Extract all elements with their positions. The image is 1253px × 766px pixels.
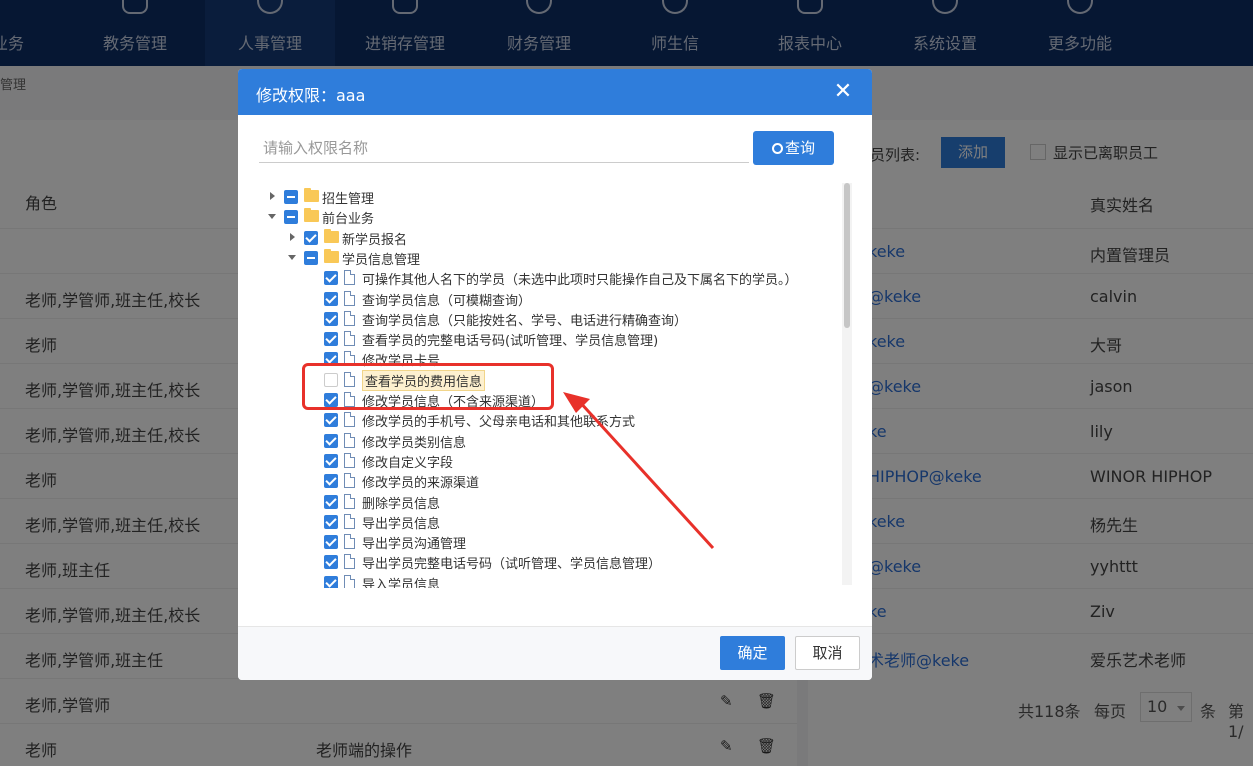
tree-permission-node[interactable]: 可操作其他人名下的学员（未选中此项时只能操作自己及下属名下的学员。） <box>258 268 838 288</box>
dialog-title: 修改权限：aaa <box>256 86 366 105</box>
tree-permission-node[interactable]: 修改学员的手机号、父母亲电话和其他联系方式 <box>258 410 838 430</box>
permission-checkbox[interactable] <box>324 575 338 588</box>
dialog-footer: 确定 取消 <box>238 626 872 680</box>
file-icon <box>344 513 355 529</box>
permission-label: 导出学员完整电话号码（试听管理、学员信息管理） <box>362 557 662 573</box>
permission-label: 新学员报名 <box>342 232 408 248</box>
permission-checkbox[interactable] <box>324 474 338 489</box>
file-icon <box>344 290 355 306</box>
file-icon <box>344 412 355 428</box>
close-icon[interactable]: ✕ <box>832 81 854 103</box>
permission-label: 招生管理 <box>322 192 375 207</box>
permission-label: 导入学员信息 <box>362 577 441 588</box>
tree-permission-node[interactable]: 修改学员类别信息 <box>258 431 838 451</box>
file-icon <box>344 310 355 326</box>
tree-permission-node[interactable]: 删除学员信息 <box>258 492 838 512</box>
folder-icon <box>324 228 339 243</box>
folder-icon <box>304 188 319 202</box>
permission-checkbox[interactable] <box>324 291 338 306</box>
tree-folder-node[interactable]: 新学员报名 <box>258 228 838 248</box>
permission-checkbox[interactable] <box>324 535 338 550</box>
caret-right-icon[interactable] <box>270 192 275 200</box>
permission-label: 前台业务 <box>322 212 375 228</box>
file-icon <box>344 493 355 509</box>
tree-permission-node[interactable]: 导出学员完整电话号码（试听管理、学员信息管理） <box>258 552 838 572</box>
permission-label: 修改学员的来源渠道 <box>362 476 480 492</box>
permission-label: 修改学员的手机号、父母亲电话和其他联系方式 <box>362 415 636 431</box>
permission-label: 删除学员信息 <box>362 496 441 512</box>
tree-permission-node[interactable]: 查询学员信息（可模糊查询） <box>258 289 838 309</box>
permission-checkbox[interactable] <box>324 271 338 286</box>
file-icon <box>344 534 355 550</box>
tree-permission-node[interactable]: 导出学员沟通管理 <box>258 532 838 552</box>
permission-checkbox[interactable] <box>324 555 338 570</box>
permission-label: 修改学员类别信息 <box>362 435 467 451</box>
file-icon <box>344 432 355 448</box>
cancel-button[interactable]: 取消 <box>795 636 860 670</box>
file-icon <box>344 270 355 286</box>
tree-permission-node[interactable]: 导出学员信息 <box>258 512 838 532</box>
scrollbar-thumb[interactable] <box>844 183 850 328</box>
search-button-label: 查询 <box>784 139 815 157</box>
permission-checkbox[interactable] <box>324 494 338 509</box>
permission-label: 查询学员信息（只能按姓名、学号、电话进行精确查询） <box>362 313 688 329</box>
permission-checkbox[interactable] <box>324 413 338 428</box>
tree-folder-node[interactable]: 学员信息管理 <box>258 248 838 268</box>
permission-checkbox[interactable] <box>324 514 338 529</box>
permission-label: 学员信息管理 <box>342 252 421 268</box>
search-icon <box>771 143 783 154</box>
permission-checkbox[interactable] <box>284 190 298 204</box>
caret-down-icon[interactable] <box>268 214 276 220</box>
permission-label: 导出学员沟通管理 <box>362 537 467 553</box>
file-icon <box>344 452 355 468</box>
file-icon <box>344 574 355 588</box>
permission-search-input[interactable] <box>259 133 749 163</box>
permission-checkbox[interactable] <box>284 210 298 225</box>
permission-label: 查询学员信息（可模糊查询） <box>362 293 532 309</box>
tree-permission-node[interactable]: 修改自定义字段 <box>258 451 838 471</box>
permission-checkbox[interactable] <box>324 311 338 326</box>
permission-checkbox[interactable] <box>304 250 318 265</box>
tree-folder-node[interactable]: 前台业务 <box>258 207 838 227</box>
permission-label: 修改自定义字段 <box>362 455 454 471</box>
permission-checkbox[interactable] <box>324 332 338 347</box>
caret-down-icon[interactable] <box>288 254 296 260</box>
file-icon <box>344 331 355 347</box>
permission-label: 查看学员的完整电话号码(试听管理、学员信息管理) <box>362 334 659 350</box>
tree-scrollbar[interactable] <box>842 183 852 585</box>
folder-icon <box>304 208 319 223</box>
search-button[interactable]: 查询 <box>753 131 834 165</box>
caret-right-icon[interactable] <box>290 232 295 241</box>
permission-checkbox[interactable] <box>304 230 318 245</box>
tree-permission-node[interactable]: 导入学员信息 <box>258 573 838 588</box>
dialog-header: 修改权限：aaa ✕ <box>238 69 872 115</box>
confirm-button[interactable]: 确定 <box>720 636 785 670</box>
file-icon <box>344 473 355 489</box>
tree-folder-node[interactable]: 招生管理 <box>258 187 838 207</box>
tree-permission-node[interactable]: 查看学员的完整电话号码(试听管理、学员信息管理) <box>258 329 838 349</box>
folder-icon <box>324 248 339 263</box>
file-icon <box>344 554 355 570</box>
permission-checkbox[interactable] <box>324 433 338 448</box>
annotation-highlight-box <box>302 363 554 410</box>
tree-permission-node[interactable]: 查询学员信息（只能按姓名、学号、电话进行精确查询） <box>258 309 838 329</box>
permission-checkbox[interactable] <box>324 453 338 468</box>
tree-permission-node[interactable]: 修改学员的来源渠道 <box>258 471 838 491</box>
permission-label: 导出学员信息 <box>362 516 441 532</box>
permission-label: 可操作其他人名下的学员（未选中此项时只能操作自己及下属名下的学员。） <box>362 273 798 289</box>
